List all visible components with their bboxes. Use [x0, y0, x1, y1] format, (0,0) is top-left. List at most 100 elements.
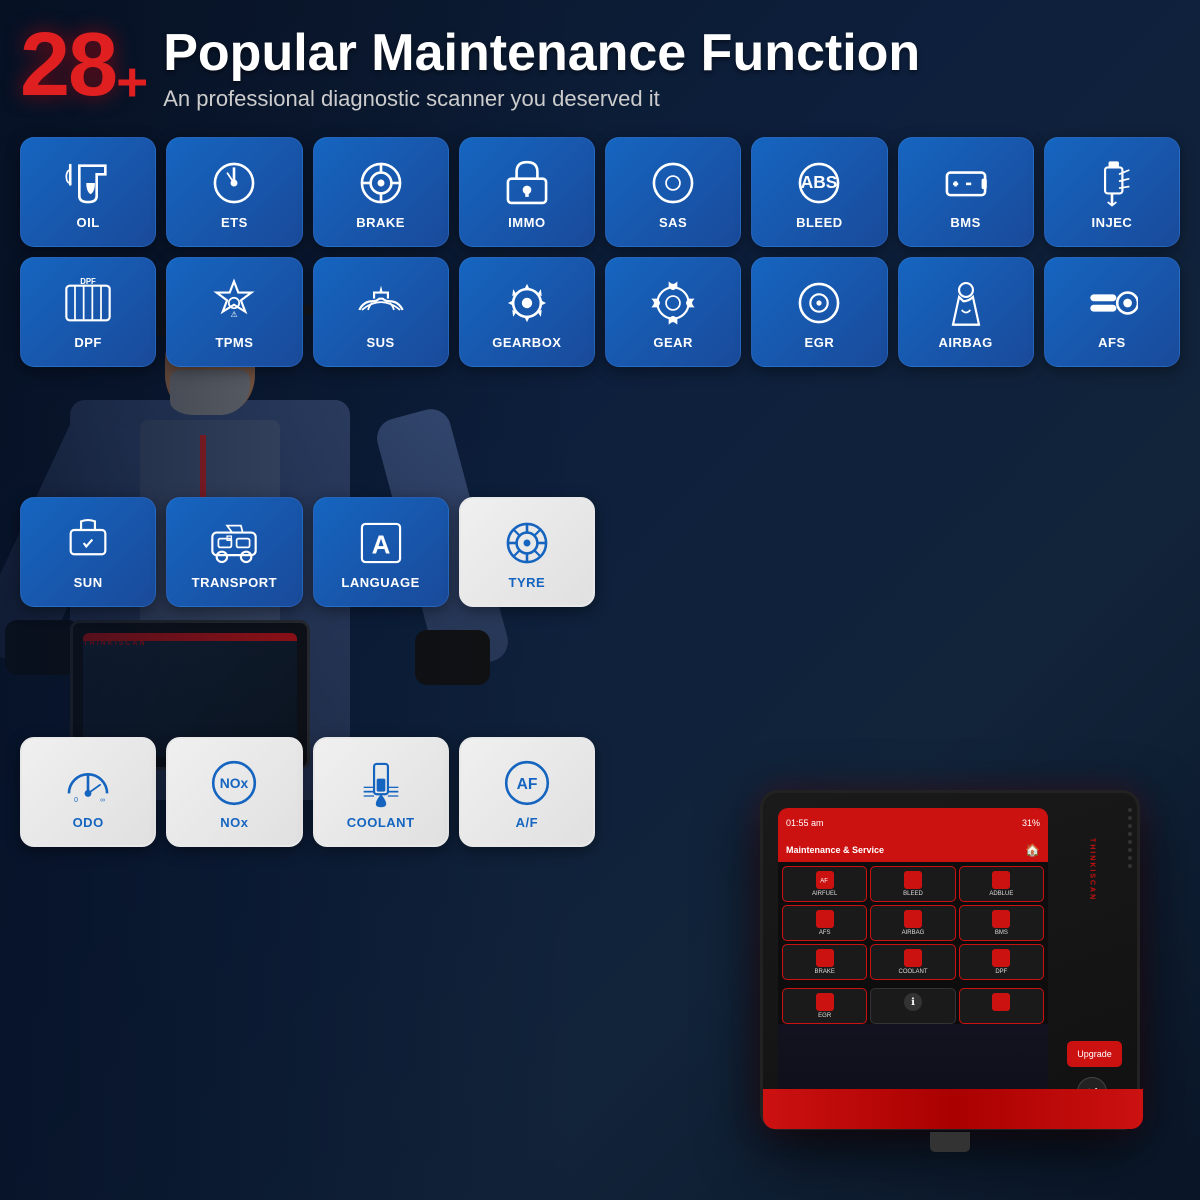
icon-tpms: ⚠ TPMS	[166, 257, 302, 367]
menu-item-bleed[interactable]: BLEED	[870, 866, 955, 902]
odo-label: ODO	[73, 815, 104, 830]
menu-item-egr[interactable]: EGR	[782, 988, 867, 1024]
oil-icon	[62, 157, 114, 209]
tyre-label: TYRE	[509, 575, 546, 590]
device-connector	[930, 1132, 970, 1152]
gear-icon	[647, 277, 699, 329]
language-icon: A	[355, 517, 407, 569]
icon-airbag: AIRBAG	[898, 257, 1034, 367]
headline-plus: +	[116, 55, 148, 110]
screen-time: 01:55 am	[786, 818, 824, 828]
nox-icon: NOx	[208, 757, 260, 809]
icon-bms: BMS	[898, 137, 1034, 247]
sus-icon	[355, 277, 407, 329]
menu-item-afs[interactable]: AFS	[782, 905, 867, 941]
ets-icon	[208, 157, 260, 209]
icon-row-1: OIL ETS	[20, 137, 1180, 247]
svg-text:AF: AF	[820, 878, 828, 884]
header-text-block: Popular Maintenance Function An professi…	[163, 25, 920, 112]
features-grid: OIL ETS	[20, 137, 1180, 847]
svg-text:DPF: DPF	[80, 277, 96, 286]
menu-bms-label: BMS	[995, 930, 1008, 936]
bleed-label: BLEED	[796, 215, 843, 230]
nox-label: NOx	[220, 815, 248, 830]
afs-label: AFS	[1098, 335, 1126, 350]
icon-gear: GEAR	[605, 257, 741, 367]
menu-airfuel-label: AIRFUEL	[812, 891, 837, 897]
icon-row-3: SUN TRANSPORT	[20, 377, 1180, 607]
icon-coolant: COOLANT	[313, 737, 449, 847]
coolant-icon	[355, 757, 407, 809]
menu-dpf-label: DPF	[995, 969, 1007, 975]
svg-text:NOx: NOx	[220, 775, 249, 791]
dpf-label: DPF	[74, 335, 102, 350]
svg-text:AF: AF	[516, 776, 537, 793]
headline-number: 28	[20, 20, 116, 110]
menu-item-airfuel[interactable]: AF AIRFUEL	[782, 866, 867, 902]
icon-odo: 0 ∞ ODO	[20, 737, 156, 847]
transport-label: TRANSPORT	[192, 575, 277, 590]
icon-dpf: DPF DPF	[20, 257, 156, 367]
menu-item-brake[interactable]: BRAKE	[782, 944, 867, 980]
svg-text:∞: ∞	[100, 797, 105, 804]
immo-icon	[501, 157, 553, 209]
upgrade-button[interactable]: Upgrade	[1067, 1041, 1122, 1067]
screen-battery: 31%	[1022, 818, 1040, 828]
gear-label: GEAR	[653, 335, 693, 350]
icon-row-2: DPF DPF ⚠ TPMS	[20, 257, 1180, 367]
tpms-label: TPMS	[215, 335, 253, 350]
menu-item-calendar[interactable]	[959, 988, 1044, 1024]
menu-item-coolant[interactable]: COOLANT	[870, 944, 955, 980]
icon-af: AF A/F	[459, 737, 595, 847]
speaker-dots	[1128, 808, 1132, 868]
language-label: LANGUAGE	[341, 575, 419, 590]
main-title: Popular Maintenance Function	[163, 25, 920, 82]
bleed-icon: ABS	[793, 157, 845, 209]
icon-sun: SUN	[20, 497, 156, 607]
svg-text:ABS: ABS	[801, 172, 838, 192]
oil-label: OIL	[77, 215, 100, 230]
menu-item-bms[interactable]: BMS	[959, 905, 1044, 941]
sas-icon	[647, 157, 699, 209]
icon-sus: SUS	[313, 257, 449, 367]
svg-text:⚠: ⚠	[231, 310, 238, 319]
sun-label: SUN	[74, 575, 103, 590]
menu-adblue-label: ADBLUE	[989, 891, 1013, 897]
egr-label: EGR	[805, 335, 835, 350]
icon-bleed: ABS BLEED	[751, 137, 887, 247]
icon-ets: ETS	[166, 137, 302, 247]
menu-item-airbag[interactable]: AIRBAG	[870, 905, 955, 941]
bms-icon	[940, 157, 992, 209]
main-content: 28 + Popular Maintenance Function An pro…	[0, 0, 1200, 847]
menu-item-misc[interactable]: ℹ	[870, 988, 955, 1024]
menu-bleed-label: BLEED	[903, 891, 923, 897]
screen-content: 01:55 am 31% Maintenance & Service 🏠 AF	[778, 808, 1048, 1118]
device-body: 01:55 am 31% Maintenance & Service 🏠 AF	[760, 790, 1140, 1130]
sas-label: SAS	[659, 215, 687, 230]
menu-afs-label: AFS	[819, 930, 831, 936]
menu-airbag-label: AIRBAG	[902, 930, 925, 936]
afs-icon	[1086, 277, 1138, 329]
diagnostic-device: 01:55 am 31% Maintenance & Service 🏠 AF	[760, 790, 1140, 1170]
icon-brake: BRAKE	[313, 137, 449, 247]
main-subtitle: An professional diagnostic scanner you d…	[163, 86, 920, 112]
coolant-label: COOLANT	[347, 815, 415, 830]
ets-label: ETS	[221, 215, 248, 230]
device-screen: 01:55 am 31% Maintenance & Service 🏠 AF	[778, 808, 1048, 1118]
gearbox-label: GEARBOX	[492, 335, 561, 350]
af-icon: AF	[501, 757, 553, 809]
icon-language: A LANGUAGE	[313, 497, 449, 607]
injec-icon	[1086, 157, 1138, 209]
bms-label: BMS	[950, 215, 980, 230]
menu-item-dpf[interactable]: DPF	[959, 944, 1044, 980]
svg-text:0: 0	[74, 797, 78, 804]
icon-egr: EGR	[751, 257, 887, 367]
menu-brake-label: BRAKE	[814, 969, 834, 975]
menu-item-adblue[interactable]: ADBLUE	[959, 866, 1044, 902]
icon-immo: IMMO	[459, 137, 595, 247]
airbag-label: AIRBAG	[938, 335, 992, 350]
gearbox-icon	[501, 277, 553, 329]
menu-egr-label: EGR	[818, 1013, 831, 1019]
icon-injec: INJEC	[1044, 137, 1180, 247]
device-side-panel: THINKISCAN	[1057, 808, 1127, 1118]
